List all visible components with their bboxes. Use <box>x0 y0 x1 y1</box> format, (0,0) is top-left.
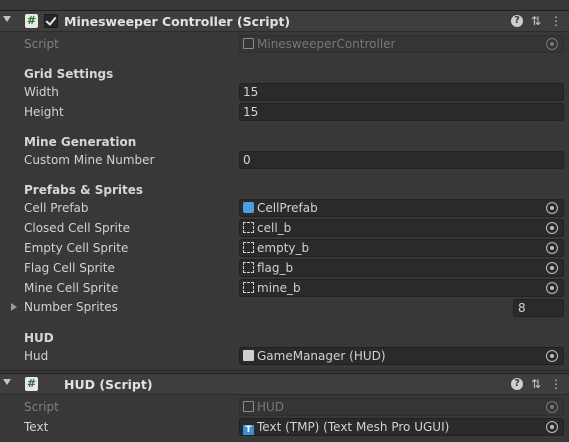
cell-prefab-label: Cell Prefab <box>24 201 89 215</box>
object-picker-icon[interactable] <box>546 282 558 294</box>
sprite-icon <box>243 282 254 293</box>
presets-icon[interactable]: ⇅ <box>529 14 543 28</box>
prefab-icon <box>243 202 254 213</box>
section-grid-settings: Grid Settings <box>24 67 114 81</box>
sprite-icon <box>243 222 254 233</box>
section-hud: HUD <box>24 331 54 345</box>
height-input[interactable]: 15 <box>239 103 564 121</box>
foldout-collapsed-icon[interactable] <box>11 303 17 311</box>
hud-field[interactable]: GameManager (HUD) <box>239 347 564 365</box>
object-picker-icon[interactable] <box>546 421 558 433</box>
width-input[interactable]: 15 <box>239 83 564 101</box>
mine-cell-sprite-field[interactable]: mine_b <box>239 279 564 297</box>
hud-value: GameManager (HUD) <box>257 349 386 363</box>
help-icon[interactable]: ? <box>511 378 523 390</box>
width-label: Width <box>24 85 59 99</box>
empty-cell-sprite-label: Empty Cell Sprite <box>24 241 129 255</box>
component-title: HUD (Script) <box>64 377 153 392</box>
kebab-menu-icon[interactable]: ⋮ <box>549 377 563 391</box>
flag-cell-sprite-value: flag_b <box>257 261 294 275</box>
empty-cell-sprite-value: empty_b <box>257 241 310 255</box>
script-label: Script <box>24 37 59 51</box>
component-divider <box>0 370 569 371</box>
component-enabled-checkbox[interactable] <box>44 14 58 28</box>
number-sprites-size-input[interactable]: 8 <box>513 299 564 317</box>
object-picker-icon[interactable] <box>546 350 558 362</box>
checkmark-icon <box>45 14 57 26</box>
closed-cell-sprite-field[interactable]: cell_b <box>239 219 564 237</box>
script-field: HUD <box>239 398 564 416</box>
gameobject-icon <box>243 350 254 361</box>
empty-cell-sprite-field[interactable]: empty_b <box>239 239 564 257</box>
object-picker-icon[interactable] <box>546 202 558 214</box>
hud-label: Hud <box>24 349 49 363</box>
closed-cell-sprite-value: cell_b <box>257 221 292 235</box>
section-prefabs-sprites: Prefabs & Sprites <box>24 183 144 197</box>
script-value: HUD <box>257 400 285 414</box>
csharp-script-icon: # <box>25 377 38 391</box>
cell-prefab-value: CellPrefab <box>257 201 318 215</box>
object-picker-icon <box>546 38 558 50</box>
section-mine-generation: Mine Generation <box>24 135 137 149</box>
text-label: Text <box>24 420 49 434</box>
closed-cell-sprite-label: Closed Cell Sprite <box>24 221 130 235</box>
mine-cell-sprite-label: Mine Cell Sprite <box>24 281 119 295</box>
mine-cell-sprite-value: mine_b <box>257 281 301 295</box>
object-picker-icon[interactable] <box>546 262 558 274</box>
script-asset-icon <box>243 401 254 412</box>
foldout-expanded-icon[interactable] <box>3 379 11 385</box>
component-title: Minesweeper Controller (Script) <box>64 14 291 29</box>
flag-cell-sprite-label: Flag Cell Sprite <box>24 261 115 275</box>
script-label: Script <box>24 400 59 414</box>
presets-icon[interactable]: ⇅ <box>529 377 543 391</box>
object-picker-icon[interactable] <box>546 242 558 254</box>
script-field: MinesweeperController <box>239 35 564 53</box>
object-picker-icon <box>546 401 558 413</box>
text-field[interactable]: T Text (TMP) (Text Mesh Pro UGUI) <box>239 418 564 436</box>
help-icon[interactable]: ? <box>511 15 523 27</box>
kebab-menu-icon[interactable]: ⋮ <box>549 14 563 28</box>
script-asset-icon <box>243 38 254 49</box>
script-value: MinesweeperController <box>257 37 396 51</box>
custom-mine-number-input[interactable]: 0 <box>239 151 564 169</box>
text-component-icon: T <box>243 425 254 435</box>
height-label: Height <box>24 105 64 119</box>
number-sprites-label[interactable]: Number Sprites <box>24 300 118 314</box>
component-header-minesweeper[interactable]: # Minesweeper Controller (Script) ? ⇅ ⋮ <box>0 10 569 32</box>
custom-mine-number-label: Custom Mine Number <box>24 153 155 167</box>
flag-cell-sprite-field[interactable]: flag_b <box>239 259 564 277</box>
component-header-hud[interactable]: # HUD (Script) ? ⇅ ⋮ <box>0 373 569 395</box>
sprite-icon <box>243 242 254 253</box>
csharp-script-icon: # <box>25 14 38 28</box>
object-picker-icon[interactable] <box>546 222 558 234</box>
sprite-icon <box>243 262 254 273</box>
foldout-expanded-icon[interactable] <box>3 16 11 22</box>
text-value: Text (TMP) (Text Mesh Pro UGUI) <box>257 420 450 434</box>
cell-prefab-field[interactable]: CellPrefab <box>239 199 564 217</box>
